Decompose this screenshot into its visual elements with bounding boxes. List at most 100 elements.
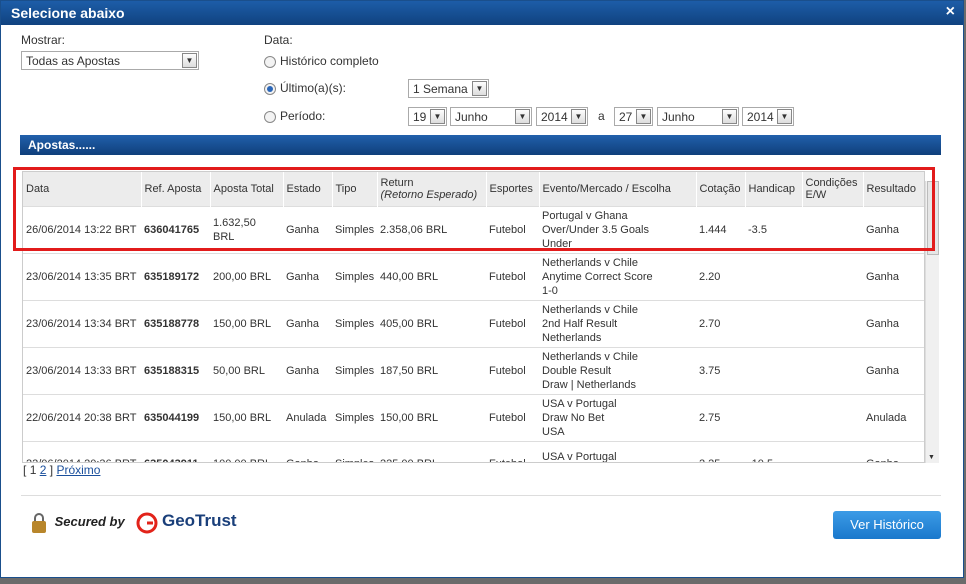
col-header[interactable]: Resultado <box>863 172 924 206</box>
chevron-down-icon: ▼ <box>722 109 737 124</box>
table-cell <box>745 346 802 394</box>
show-select[interactable]: Todas as Apostas ▼ <box>21 51 199 70</box>
close-icon[interactable]: × <box>946 3 955 21</box>
chevron-down-icon: ▼ <box>777 109 792 124</box>
table-cell: 2.358,06 BRL <box>377 205 486 253</box>
col-header[interactable]: Evento/Mercado / Escolha <box>539 172 697 206</box>
table-cell: Futebol <box>486 299 539 347</box>
table-row[interactable]: 22/06/2014 20:38 BRT 635044199 150,00 BRL A… <box>23 393 924 441</box>
event-cell: Netherlands v Chile 2nd Half Result Nether… <box>539 299 696 347</box>
table-cell <box>802 299 863 347</box>
show-select-value: Todas as Apostas <box>26 54 121 68</box>
col-header[interactable]: Return (Retorno Esperado) <box>377 172 487 206</box>
from-month-select[interactable]: Junho ▼ <box>450 107 532 126</box>
table-row[interactable]: 23/06/2014 13:33 BRT 635188315 50,00 BRL Ga… <box>23 346 924 394</box>
to-month-select[interactable]: Junho ▼ <box>657 107 739 126</box>
lock-icon <box>32 512 46 533</box>
col-header[interactable]: Handicap <box>745 172 803 206</box>
table-cell: 22/06/2014 20:38 BRT <box>23 393 141 441</box>
chevron-down-icon: ▼ <box>472 81 487 96</box>
table-cell: 635188778 <box>141 299 210 347</box>
table-cell: Futebol <box>486 205 539 253</box>
event-cell: USA v Portugal Draw No Bet USA <box>539 393 696 441</box>
view-history-button[interactable]: Ver Histórico <box>833 511 941 539</box>
bets-dialog: Selecione abaixo × Mostrar: Todas as Apo… <box>0 0 964 578</box>
section-header: Apostas...... <box>20 135 941 155</box>
pager-close: ] <box>49 463 54 477</box>
col-header[interactable]: Cotação <box>696 172 746 206</box>
event-name: USA v Portugal <box>542 450 617 463</box>
table-cell: 200,00 BRL <box>210 252 283 300</box>
dialog-title: Selecione abaixo <box>11 5 125 21</box>
table-cell: 635189172 <box>141 252 210 300</box>
table-cell: Simples <box>332 299 377 347</box>
col-header[interactable]: Condições E/W <box>802 172 864 206</box>
dialog-titlebar: Selecione abaixo × <box>1 1 963 25</box>
scroll-thumb[interactable] <box>927 181 939 255</box>
table-cell: Ganha <box>283 299 332 347</box>
to-day-select[interactable]: 27 ▼ <box>614 107 653 126</box>
market-name: Draw No Bet <box>542 411 605 424</box>
table-cell: Ganha <box>283 252 332 300</box>
col-header[interactable]: Aposta Total <box>210 172 284 206</box>
from-day-select[interactable]: 19 ▼ <box>408 107 447 126</box>
selection-name: 1-0 <box>542 284 558 297</box>
table-cell: Simples <box>332 440 377 462</box>
table-cell <box>802 205 863 253</box>
to-year-select[interactable]: 2014 ▼ <box>742 107 794 126</box>
table-scrollbar[interactable]: ▲ ▼ <box>925 181 939 463</box>
table-cell: 225,00 BRL <box>377 440 486 462</box>
scroll-down-icon[interactable]: ▼ <box>928 454 935 461</box>
table-row[interactable]: 23/06/2014 13:34 BRT 635188778 150,00 BRL G… <box>23 299 924 347</box>
event-cell: Portugal v Ghana Over/Under 3.5 Goals Unde… <box>539 205 696 253</box>
pager-next[interactable]: Próximo <box>56 463 100 477</box>
date-label: Data: <box>264 33 293 47</box>
table-row[interactable]: 26/06/2014 13:22 BRT 636041765 1.632,50 BR… <box>23 205 924 253</box>
radio-last[interactable] <box>264 83 276 95</box>
table-cell: Simples <box>332 252 377 300</box>
return-header: Return <box>380 176 414 189</box>
table-cell: Simples <box>332 346 377 394</box>
to-year-value: 2014 <box>747 110 774 124</box>
geotrust-brand: GeoTrust <box>161 511 237 530</box>
table-cell: Ganha <box>863 299 924 347</box>
last-period-select[interactable]: 1 Semana ▼ <box>408 79 489 98</box>
table-cell: 440,00 BRL <box>377 252 486 300</box>
table-cell: 2.75 <box>696 393 745 441</box>
table-row[interactable]: 23/06/2014 13:35 BRT 635189172 200,00 BRL G… <box>23 252 924 300</box>
show-label: Mostrar: <box>21 33 66 47</box>
bets-table: Data Ref. Aposta Aposta Total Estado Tip… <box>23 172 924 463</box>
col-header[interactable]: Estado <box>283 172 333 206</box>
chevron-down-icon: ▼ <box>182 53 197 68</box>
table-cell: 150,00 BRL <box>210 393 283 441</box>
pager-page-2[interactable]: 2 <box>40 463 47 477</box>
col-header[interactable]: Tipo <box>332 172 378 206</box>
geotrust-logo-icon <box>136 512 158 534</box>
col-header[interactable]: Ref. Aposta <box>141 172 211 206</box>
table-cell: Futebol <box>486 252 539 300</box>
filters-panel: Mostrar: Todas as Apostas ▼ Data: Histór… <box>21 33 943 133</box>
footer-divider <box>21 495 941 496</box>
table-cell: 150,00 BRL <box>210 299 283 347</box>
from-year-select[interactable]: 2014 ▼ <box>536 107 588 126</box>
selection-name: USA <box>542 425 565 438</box>
table-cell: Ganha <box>283 440 332 462</box>
selection-name: Netherlands <box>542 331 602 344</box>
radio-period[interactable] <box>264 111 276 123</box>
market-name: Over/Under 3.5 Goals <box>542 223 649 236</box>
return-subheader: (Retorno Esperado) <box>380 188 478 201</box>
col-header[interactable]: Esportes <box>486 172 540 206</box>
table-cell: 100,00 BRL <box>210 440 283 462</box>
table-cell <box>745 299 802 347</box>
table-row[interactable]: 22/06/2014 20:36 BRT635043911100,00 BRLG… <box>23 440 924 463</box>
radio-full-history[interactable] <box>264 56 276 68</box>
chevron-down-icon: ▼ <box>515 109 530 124</box>
table-cell: 635044199 <box>141 393 210 441</box>
col-header[interactable]: Data <box>23 172 142 206</box>
event-cell: USA v PortugalTotal Bookings Points <box>539 440 696 463</box>
to-day-value: 27 <box>619 110 633 124</box>
table-cell: 150,00 BRL <box>377 393 486 441</box>
to-month-value: Junho <box>662 110 695 124</box>
period-label: Período: <box>280 109 326 123</box>
table-cell: Ganha <box>863 205 924 253</box>
